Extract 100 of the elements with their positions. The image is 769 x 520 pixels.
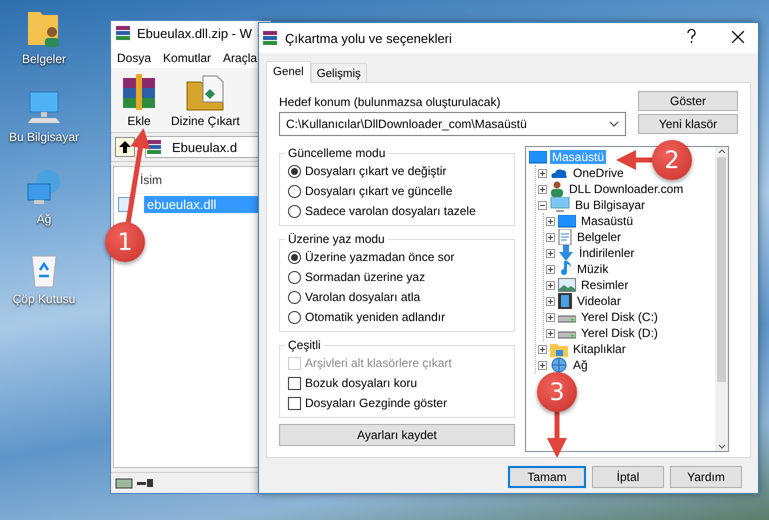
expand-toggle[interactable] (538, 344, 547, 354)
option-label: Otomatik yeniden adlandır (305, 310, 446, 324)
side-button[interactable]: Yeni klasör (638, 114, 738, 134)
archive-icon (146, 139, 162, 155)
tree-item[interactable]: Ağ (571, 358, 590, 372)
tree-item[interactable]: OneDrive (571, 166, 626, 180)
option-label: Varolan dosyaları atla (305, 290, 420, 304)
expand-toggle[interactable] (538, 360, 547, 370)
plus-icon (547, 266, 554, 272)
chevron-up-icon (718, 147, 726, 155)
computer-icon (550, 197, 570, 213)
option-label: Bozuk dosyaları koru (305, 376, 418, 390)
chevron-down-icon (609, 121, 619, 127)
up-folder-button[interactable] (115, 137, 135, 157)
radio-button[interactable] (288, 204, 301, 218)
checkbox[interactable] (288, 396, 301, 410)
expand-toggle[interactable] (538, 168, 547, 178)
plus-icon (539, 362, 546, 368)
tree-item[interactable]: Belgeler (575, 230, 624, 244)
document-icon (558, 229, 572, 245)
dialog-button[interactable]: İptal (592, 466, 664, 488)
radio-button[interactable] (288, 184, 301, 198)
file-icon (118, 197, 130, 212)
expand-toggle[interactable] (546, 248, 555, 258)
tree-item[interactable]: Kitaplıklar (571, 342, 628, 356)
plus-icon (547, 218, 554, 224)
group-title: Üzerine yaz modu (287, 232, 386, 246)
dialog-title: Çıkartma yolu ve seçenekleri (285, 30, 453, 46)
radio-button[interactable] (288, 250, 301, 264)
chevron-down-icon (718, 443, 726, 451)
tree-item[interactable]: Yerel Disk (D:) (579, 326, 660, 340)
pointer-arrow (616, 150, 655, 170)
plus-icon (547, 282, 554, 288)
dialog-button[interactable]: Tamam (508, 466, 586, 488)
scrollbar[interactable] (715, 147, 728, 451)
person-icon (550, 181, 564, 197)
plus-icon (547, 298, 554, 304)
radio-button[interactable] (288, 164, 301, 178)
expand-toggle[interactable] (546, 280, 555, 290)
plus-icon (547, 234, 554, 240)
plus-icon (547, 314, 554, 320)
cloud-icon (550, 167, 568, 179)
music-note-icon (558, 261, 572, 277)
tree-item[interactable]: Resimler (579, 278, 630, 292)
expand-toggle[interactable] (546, 312, 555, 322)
collapse-toggle[interactable] (538, 200, 547, 210)
monitor-icon (558, 214, 576, 228)
side-button[interactable]: Göster (638, 91, 738, 111)
window-title: Ebueulax.dll.zip - W (137, 26, 252, 40)
option-label: Sormadan üzerine yaz (305, 270, 426, 284)
plus-icon (539, 346, 546, 352)
desktop-icon-label[interactable]: Belgeler (22, 52, 66, 66)
pointer-arrow (547, 410, 567, 458)
expand-toggle[interactable] (546, 264, 555, 274)
expand-toggle[interactable] (546, 216, 555, 226)
checkbox[interactable] (288, 376, 301, 390)
tab[interactable]: Genel (266, 61, 311, 83)
tree-item[interactable]: Masaüstü (579, 214, 636, 228)
group-title: Çeşitli (287, 338, 322, 352)
tree-item[interactable]: Bu Bilgisayar (573, 198, 648, 212)
folder-icon (550, 342, 568, 356)
destination-combo[interactable]: C:\Kullanıcılar\DllDownloader_com\Masaüstü (279, 112, 626, 136)
option-label: Sadece varolan dosyaları tazele (305, 204, 476, 218)
monitor-icon (529, 150, 547, 164)
radio-button[interactable] (288, 290, 301, 304)
close-icon (732, 31, 744, 43)
film-strip-icon (558, 293, 572, 309)
menu-item[interactable]: Araçla (223, 51, 258, 65)
tree-item[interactable]: DLL Downloader.com (567, 182, 686, 196)
option-label: Dosyaları çıkart ve güncelle (305, 184, 452, 198)
plus-icon (539, 186, 546, 192)
option-label: Üzerine yazmadan önce sor (305, 250, 454, 264)
toolbar-button[interactable]: Dizine Çıkart (171, 72, 240, 128)
expand-toggle[interactable] (538, 184, 547, 194)
radio-button[interactable] (288, 310, 301, 324)
tab[interactable]: Gelişmiş (310, 63, 367, 83)
menu-item[interactable]: Dosya (117, 51, 152, 65)
drive-icon (115, 477, 133, 489)
archive-icon (115, 25, 131, 41)
expand-toggle[interactable] (546, 328, 555, 338)
archive-icon (262, 30, 278, 46)
plus-icon (547, 330, 554, 336)
help-icon (686, 29, 696, 43)
up-arrow-icon (119, 141, 131, 153)
radio-button[interactable] (288, 270, 301, 284)
plus-icon (539, 170, 546, 176)
tree-item[interactable]: Müzik (575, 262, 610, 276)
dialog-button[interactable]: Yardım (670, 466, 742, 488)
tree-item[interactable]: Yerel Disk (C:) (579, 310, 660, 324)
globe-icon (550, 357, 568, 373)
expand-toggle[interactable] (546, 296, 555, 306)
save-settings-button[interactable]: Ayarları kaydet (279, 424, 515, 446)
picture-icon (558, 278, 576, 292)
expand-toggle[interactable] (546, 232, 555, 242)
field-label: Hedef konum (bulunmazsa oluşturulacak) (279, 95, 502, 109)
toolbar-button[interactable]: Ekle (119, 72, 159, 128)
menu-item[interactable]: Komutlar (163, 51, 212, 65)
tree-item[interactable]: Videolar (575, 294, 623, 308)
group-title: Güncelleme modu (287, 146, 386, 160)
tree-item[interactable]: İndirilenler (577, 246, 636, 260)
